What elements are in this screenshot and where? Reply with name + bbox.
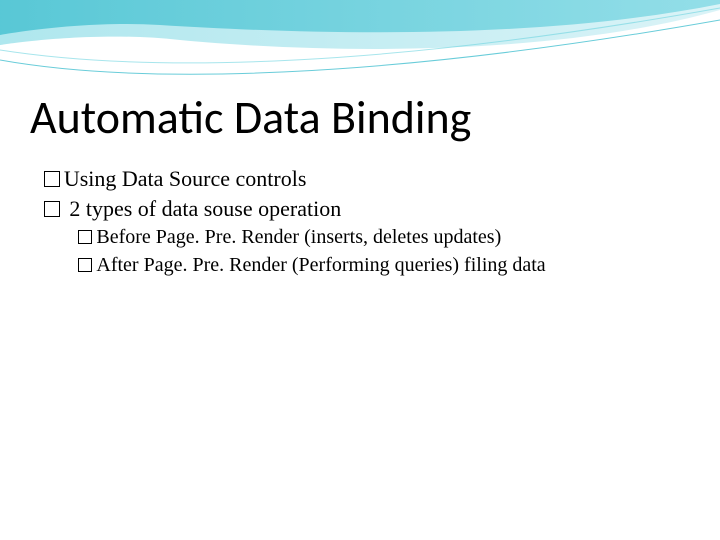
square-bullet-icon: [44, 201, 60, 217]
bullet-item: Using Data Source controls: [44, 164, 690, 194]
sub-bullet-item: Before Page. Pre. Render (inserts, delet…: [78, 223, 690, 251]
bullet-item: 2 types of data souse operation Before P…: [44, 194, 690, 280]
slide-title: Automatic Data Binding: [30, 90, 690, 146]
slide-body: Automatic Data Binding Using Data Source…: [0, 90, 720, 279]
square-bullet-icon: [78, 258, 92, 272]
square-bullet-icon: [44, 171, 60, 187]
sub-bullet-item: After Page. Pre. Render (Performing quer…: [78, 251, 690, 279]
square-bullet-icon: [78, 230, 92, 244]
